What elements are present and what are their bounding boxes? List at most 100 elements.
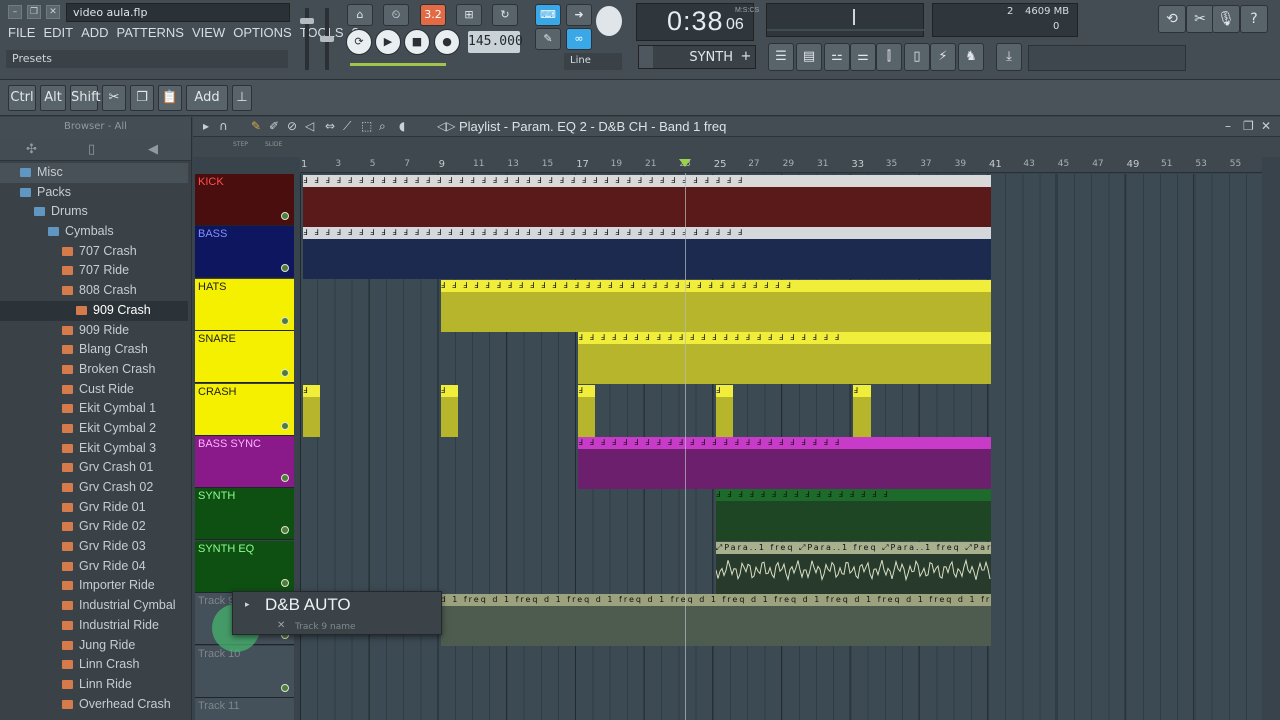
tools-icon[interactable]: ✂ [1186,5,1214,33]
pencil-tool-icon[interactable]: ✎ [251,119,261,133]
help-icon[interactable]: ? [1240,5,1268,33]
snap-icon[interactable]: ⊥ [232,85,252,111]
menu-item-view[interactable]: VIEW [192,25,225,45]
minimize-icon[interactable]: – [8,5,22,19]
play-arrow-icon[interactable]: ▸ [203,119,209,133]
piano-roll-icon[interactable]: ▤ [796,43,822,71]
track-enable-icon[interactable] [281,474,289,482]
playlist-minimize-icon[interactable]: – [1225,119,1231,133]
track-header[interactable]: SNARE [195,331,294,384]
playlist-maximize-icon[interactable]: ❐ [1243,119,1254,133]
pattern-clip[interactable]: Ⅎ [715,384,733,437]
stop-button[interactable]: ■ [404,29,430,55]
pattern-clip[interactable]: ⤢Para..1 freq ⤢Para..1 freq ⤢Para..1 fre… [715,541,991,594]
menu-item-patterns[interactable]: PATTERNS [117,25,184,45]
menu-item-edit[interactable]: EDIT [43,25,73,45]
track-enable-icon[interactable] [281,421,289,430]
menu-item-file[interactable]: FILE [8,25,35,45]
browser-window-icon[interactable]: ▯ [904,43,930,71]
track-header[interactable]: Track 10 [195,645,294,698]
browser-item[interactable]: Blang Crash [0,340,188,360]
brush-tool-icon[interactable]: ✐ [269,119,279,133]
presets-selector[interactable]: Presets [6,50,288,68]
track-enable-icon[interactable] [281,369,289,378]
browser-item[interactable]: Industrial Ride [0,616,188,636]
track-header[interactable]: SYNTH EQ [195,540,294,593]
slice-tool-icon[interactable]: ⟋ [343,119,351,134]
browser-item[interactable]: 707 Crash [0,242,188,262]
record-button[interactable]: ● [434,29,460,55]
browser-item[interactable]: Cust Ride [0,380,188,400]
position-slider[interactable] [350,63,446,66]
browser-item[interactable]: Drums [0,202,188,222]
pattern-clip[interactable]: Ⅎ Ⅎ Ⅎ Ⅎ Ⅎ Ⅎ Ⅎ Ⅎ Ⅎ Ⅎ Ⅎ Ⅎ Ⅎ Ⅎ Ⅎ Ⅎ Ⅎ Ⅎ Ⅎ Ⅎ … [440,279,991,332]
browser-item[interactable]: Grv Crash 01 [0,458,188,478]
metronome-button[interactable]: ⌂ [347,4,373,26]
track-rename-popup[interactable]: ▸ D&B AUTO ✕ Track 9 name [232,591,442,635]
browser-item[interactable]: Grv Ride 03 [0,537,188,557]
zoom-tool-icon[interactable]: ⌕ [379,119,386,134]
track-enable-icon[interactable] [281,316,289,325]
track-header[interactable]: Track 11 [195,698,294,720]
track-enable-icon[interactable] [281,683,289,692]
wait-input-button[interactable]: ⏲ [383,4,409,26]
track-enable-icon[interactable] [281,578,289,587]
loop-icon[interactable]: ⟳ [346,29,372,55]
cut-icon[interactable]: ✂ [102,85,126,111]
slip-tool-icon[interactable]: ⇔ [325,119,335,133]
paste-icon[interactable]: 📋 [158,85,182,111]
browser-item[interactable]: Broken Crash [0,360,188,380]
pencil-icon[interactable]: ✎ [535,28,561,50]
browser-item[interactable]: Cymbals [0,222,188,242]
pattern-clip[interactable]: Ⅎ [303,384,321,437]
browser-item[interactable]: Grv Crash 02 [0,478,188,498]
plugin-icon[interactable]: ⚡ [930,43,956,71]
track-enable-icon[interactable] [281,526,289,535]
magnet-icon[interactable]: ∩ [219,119,228,133]
step-edit-button[interactable]: ⊞ [456,4,482,26]
pattern-clip[interactable]: Ⅎ [440,384,458,437]
track-header[interactable]: BASS SYNC [195,436,294,488]
pattern-clip[interactable]: Ⅎ Ⅎ Ⅎ Ⅎ Ⅎ Ⅎ Ⅎ Ⅎ Ⅎ Ⅎ Ⅎ Ⅎ Ⅎ Ⅎ Ⅎ Ⅎ Ⅎ Ⅎ Ⅎ Ⅎ … [578,437,991,489]
browser-item[interactable]: Grv Ride 01 [0,498,188,518]
song-time-display[interactable]: 0:38 06 M:S:CS [636,3,759,41]
shift-key[interactable]: Shift [70,85,101,111]
collapse-icon[interactable]: ✣ [26,142,37,157]
browser-item[interactable]: Importer Ride [0,576,188,596]
recording-icon[interactable] [596,6,622,36]
browser-item[interactable]: 808 Crash [0,281,188,301]
menu-item-add[interactable]: ADD [81,25,108,45]
loop-record-button[interactable]: ↻ [492,4,518,26]
pattern-selector[interactable]: SYNTH [638,45,756,69]
playlist-overview-bar[interactable]: STEP SLIDE [193,137,1280,157]
menu-item-options[interactable]: OPTIONS [233,25,292,45]
mixer-faders-icon[interactable]: ⫿ [876,43,902,71]
close-icon[interactable]: ✕ [46,5,60,19]
mute-tool-icon[interactable]: ◁ [305,119,314,133]
track-enable-icon[interactable] [281,264,289,273]
alt-key[interactable]: Alt [40,85,66,111]
track-header[interactable]: HATS [195,278,294,331]
ctrl-key[interactable]: Ctrl [8,85,36,111]
browser-item[interactable]: Ekit Cymbal 1 [0,399,188,419]
browser-item[interactable]: Jung Ride [0,636,188,656]
playback-tool-icon[interactable]: ◖ [399,119,405,133]
playlist-close-icon[interactable]: ✕ [1261,119,1271,133]
browser-item[interactable]: 707 Ride [0,261,188,281]
refresh-icon[interactable]: ⟲ [1158,5,1186,33]
pattern-clip[interactable]: Ⅎ Ⅎ Ⅎ Ⅎ Ⅎ Ⅎ Ⅎ Ⅎ Ⅎ Ⅎ Ⅎ Ⅎ Ⅎ Ⅎ Ⅎ Ⅎ Ⅎ Ⅎ Ⅎ Ⅎ … [303,227,991,280]
browser-item[interactable]: Ekit Cymbal 2 [0,419,188,439]
browser-item[interactable]: Packs [0,183,188,203]
add-button[interactable]: Add [186,85,228,111]
delete-tool-icon[interactable]: ⊘ [287,119,297,133]
link-icon[interactable]: ∞ [566,28,592,50]
download-icon[interactable]: ⤓ [996,43,1022,71]
track-header[interactable]: CRASH [195,383,294,436]
browser-item[interactable]: Linn Crash [0,655,188,675]
microphone-icon[interactable]: 🎙 [1212,5,1240,33]
master-volume-slider[interactable] [300,8,314,70]
browser-file-icon[interactable]: ▯ [88,142,95,157]
pattern-clip[interactable]: Ⅎ Ⅎ Ⅎ Ⅎ Ⅎ Ⅎ Ⅎ Ⅎ Ⅎ Ⅎ Ⅎ Ⅎ Ⅎ Ⅎ Ⅎ Ⅎ Ⅎ Ⅎ Ⅎ Ⅎ … [578,332,991,385]
browser-item[interactable]: Misc [0,163,188,183]
pattern-clip[interactable]: d 1 freq d 1 freq d 1 freq d 1 freq d 1 … [440,594,991,647]
